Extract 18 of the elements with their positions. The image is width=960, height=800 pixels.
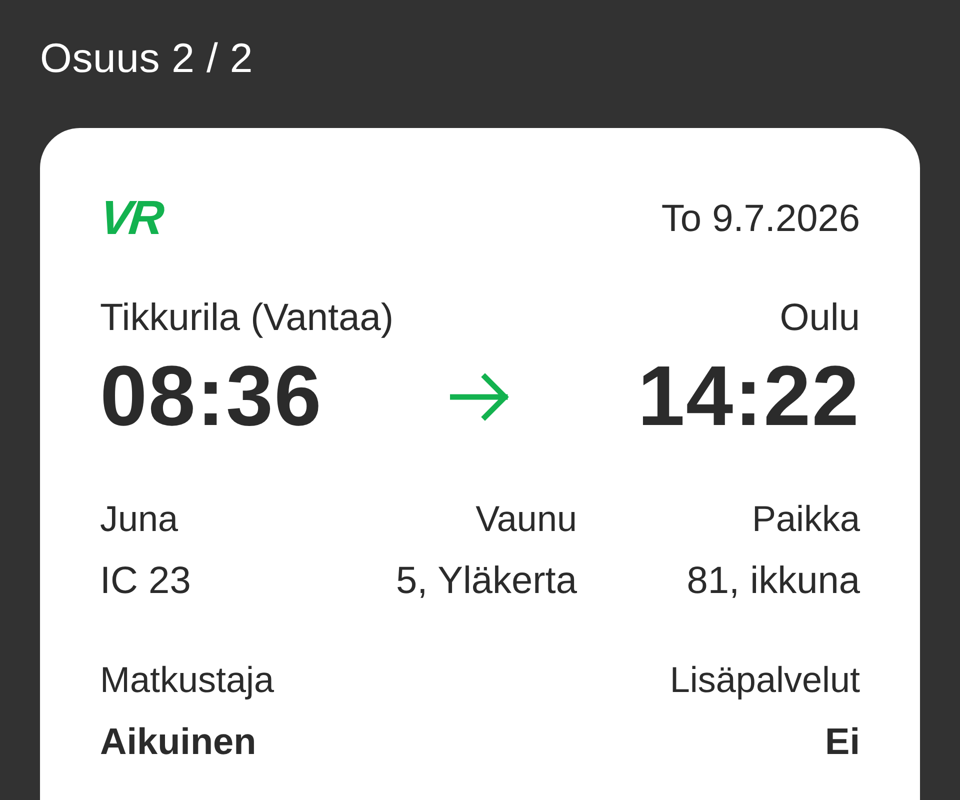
field-label: Paikka: [752, 497, 860, 541]
logo: VR: [98, 199, 163, 239]
departure-time: 08:36: [100, 352, 322, 442]
field-value: 5, Yläkerta: [396, 559, 577, 603]
field-label: Matkustaja: [100, 658, 274, 702]
field-value: Ei: [825, 720, 860, 764]
field-value: IC 23: [100, 559, 191, 603]
arrow-right-icon: [450, 373, 510, 421]
field-value: Aikuinen: [100, 720, 256, 764]
departure-station: Tikkurila (Vantaa): [100, 296, 394, 340]
field-label: Vaunu: [476, 497, 577, 541]
arrival-time: 14:22: [638, 352, 860, 442]
travel-date: To 9.7.2026: [661, 199, 860, 239]
page-title: Osuus 2 / 2: [40, 34, 253, 82]
field-value: 81, ikkuna: [686, 559, 860, 603]
field-label: Lisäpalvelut: [670, 658, 860, 702]
field-label: Juna: [100, 497, 178, 541]
arrival-station: Oulu: [780, 296, 860, 340]
